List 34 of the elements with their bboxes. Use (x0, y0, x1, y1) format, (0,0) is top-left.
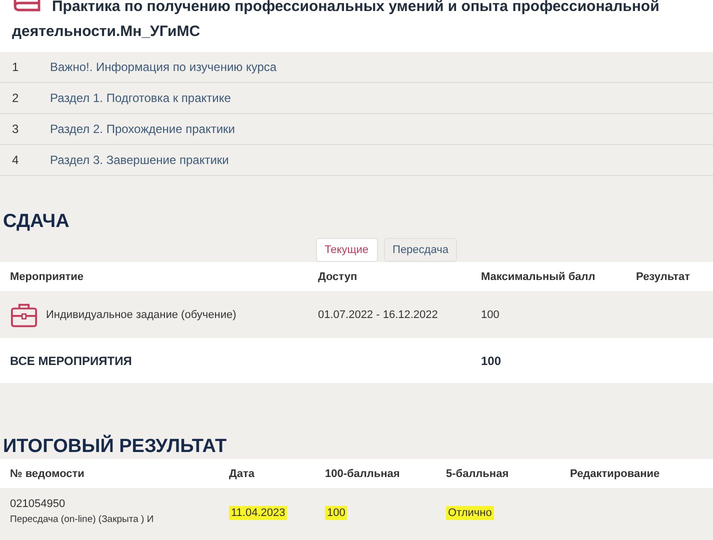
sheet-note: Пересдача (on-line) (Закрыта ) И (10, 514, 154, 525)
column-header: № ведомости (10, 468, 86, 480)
total-score: 100 (481, 354, 502, 368)
section-number: 3 (11, 122, 20, 136)
section-link[interactable]: Раздел 3. Завершение практики (50, 153, 229, 167)
tab[interactable]: Текущие (316, 238, 378, 262)
course-title: деятельности.Мн_УГиМС (12, 22, 200, 42)
column-header: 5-балльная (446, 468, 510, 480)
activity-name: Индивидуальное задание (обучение) (46, 308, 236, 320)
column-header: Мероприятие (10, 270, 85, 282)
table-cell-text: 100 (481, 308, 500, 320)
column-header: Максимальный балл (481, 270, 596, 282)
section-link[interactable]: Раздел 2. Прохождение практики (50, 122, 236, 136)
table-cell: Отлично (446, 506, 494, 520)
column-header: Редактирование (570, 468, 661, 480)
section-link[interactable]: Важно!. Информация по изучению курса (50, 60, 277, 74)
section-heading: ИТОГОВЫЙ РЕЗУЛЬТАТ (3, 435, 228, 459)
column-header: 100-балльная (325, 468, 401, 480)
table-cell: 100 (325, 506, 348, 520)
column-header: Доступ (318, 270, 358, 282)
total-label: ВСЕ МЕРОПРИЯТИЯ (10, 354, 133, 368)
briefcase-icon (10, 302, 38, 328)
section-number: 1 (11, 60, 20, 74)
column-header: Результат (636, 270, 692, 282)
tab[interactable]: Пересдача (384, 238, 458, 262)
section-number: 4 (11, 153, 20, 167)
course-title: Практика по получению профессиональных умений и опыта профессиональной (52, 0, 660, 17)
table-cell: 11.04.2023 (229, 506, 288, 520)
section-heading: СДАЧА (3, 210, 70, 234)
section-link[interactable]: Раздел 1. Подготовка к практике (50, 91, 231, 105)
column-header: Дата (229, 468, 256, 480)
table-cell-text: 01.07.2022 - 16.12.2022 (318, 308, 439, 320)
section-number: 2 (11, 91, 20, 105)
table-cell: 021054950 (10, 498, 66, 510)
